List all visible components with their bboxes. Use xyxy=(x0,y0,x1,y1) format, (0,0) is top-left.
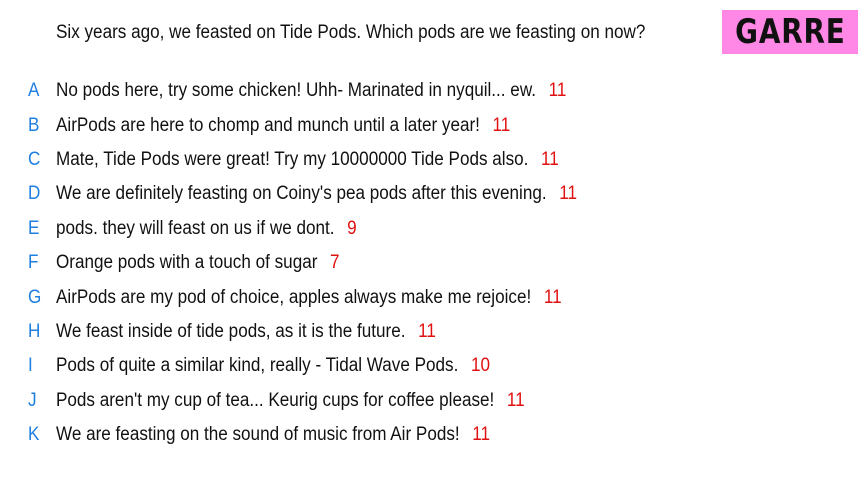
answer-letter: C xyxy=(28,148,41,170)
answer-score: 7 xyxy=(330,252,340,274)
answer-text: Pods of quite a similar kind, really - T… xyxy=(56,355,459,377)
answer-line: Mate, Tide Pods were great! Try my 10000… xyxy=(56,149,559,171)
answer-row-k[interactable]: K We are feasting on the sound of music … xyxy=(0,418,864,452)
answer-text: We feast inside of tide pods, as it is t… xyxy=(56,320,406,342)
answer-score: 11 xyxy=(548,80,567,102)
answer-text: Mate, Tide Pods were great! Try my 10000… xyxy=(56,148,529,170)
answer-row-h[interactable]: H We feast inside of tide pods, as it is… xyxy=(0,315,864,349)
answer-text: AirPods are here to chomp and munch unti… xyxy=(56,114,480,136)
answer-letter: B xyxy=(28,114,40,136)
answer-text: We are feasting on the sound of music fr… xyxy=(56,424,460,446)
answer-letter: D xyxy=(28,183,41,205)
answer-score: 9 xyxy=(347,217,357,239)
answer-line: We feast inside of tide pods, as it is t… xyxy=(56,321,436,343)
answer-text: Orange pods with a touch of sugar xyxy=(56,252,318,274)
answer-list: A No pods here, try some chicken! Uhh- M… xyxy=(0,74,864,452)
answer-letter: G xyxy=(28,286,42,308)
answer-letter: F xyxy=(28,252,39,274)
answer-score: 11 xyxy=(506,389,525,411)
answer-row-e[interactable]: E pods. they will feast on us if we dont… xyxy=(0,212,864,246)
answer-line: AirPods are here to chomp and munch unti… xyxy=(56,115,510,137)
answer-letter: K xyxy=(28,424,40,446)
answer-line: We are definitely feasting on Coiny's pe… xyxy=(56,183,577,205)
answer-score: 11 xyxy=(418,320,436,342)
question-prompt: Six years ago, we feasted on Tide Pods. … xyxy=(56,22,646,43)
answer-line: Pods of quite a similar kind, really - T… xyxy=(56,355,490,377)
answer-text: No pods here, try some chicken! Uhh- Mar… xyxy=(56,80,536,102)
answer-text: Pods aren't my cup of tea... Keurig cups… xyxy=(56,389,495,411)
answer-score: 10 xyxy=(470,355,490,377)
answer-row-i[interactable]: I Pods of quite a similar kind, really -… xyxy=(0,349,864,383)
answer-letter: I xyxy=(28,355,33,377)
answer-letter: H xyxy=(28,320,41,342)
answer-row-b[interactable]: B AirPods are here to chomp and munch un… xyxy=(0,108,864,142)
answer-score: 11 xyxy=(492,114,511,136)
answer-line: Orange pods with a touch of sugar 7 xyxy=(56,252,340,274)
answer-line: Pods aren't my cup of tea... Keurig cups… xyxy=(56,390,525,412)
answer-row-f[interactable]: F Orange pods with a touch of sugar 7 xyxy=(0,246,864,280)
answer-score: 11 xyxy=(559,183,577,205)
player-name-badge: GARRE xyxy=(722,10,858,54)
answer-text: AirPods are my pod of choice, apples alw… xyxy=(56,286,532,308)
answer-row-c[interactable]: C Mate, Tide Pods were great! Try my 100… xyxy=(0,143,864,177)
answer-letter: E xyxy=(28,217,40,239)
player-name: GARRE xyxy=(734,12,846,52)
answer-score: 11 xyxy=(472,424,491,446)
answer-line: AirPods are my pod of choice, apples alw… xyxy=(56,287,562,309)
answer-row-g[interactable]: G AirPods are my pod of choice, apples a… xyxy=(0,280,864,314)
answer-line: We are feasting on the sound of music fr… xyxy=(56,424,490,446)
answer-row-d[interactable]: D We are definitely feasting on Coiny's … xyxy=(0,177,864,211)
answer-text: pods. they will feast on us if we dont. xyxy=(56,217,335,239)
answer-score: 11 xyxy=(543,286,562,308)
answer-row-a[interactable]: A No pods here, try some chicken! Uhh- M… xyxy=(0,74,864,108)
answer-text: We are definitely feasting on Coiny's pe… xyxy=(56,183,547,205)
answer-letter: J xyxy=(28,389,37,411)
answer-line: No pods here, try some chicken! Uhh- Mar… xyxy=(56,80,566,102)
answer-line: pods. they will feast on us if we dont. 9 xyxy=(56,218,357,240)
answer-row-j[interactable]: J Pods aren't my cup of tea... Keurig cu… xyxy=(0,384,864,418)
answer-score: 11 xyxy=(541,148,559,170)
answer-letter: A xyxy=(28,80,40,102)
